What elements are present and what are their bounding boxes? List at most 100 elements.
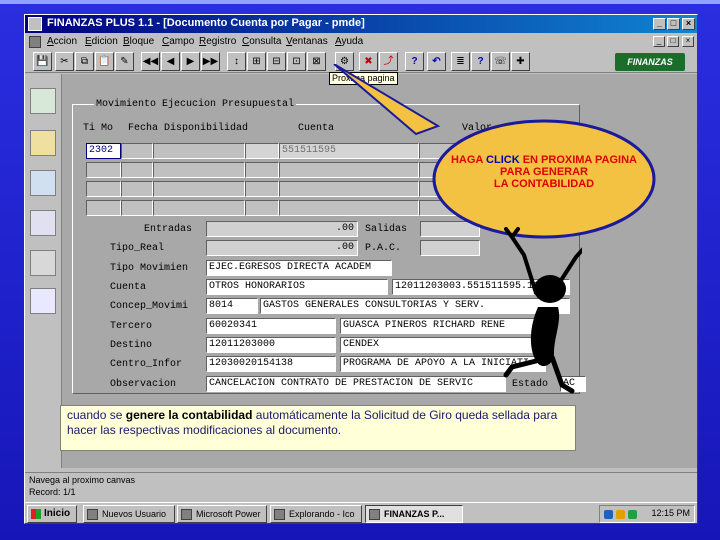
tipo-movimiento-field[interactable]: EJEC.EGRESOS DIRECTA ACADEM [206,260,392,276]
next-record-icon[interactable]: ▶ [181,52,200,71]
menu-ventanas[interactable]: Ventanas [286,36,328,47]
percent-icon[interactable] [30,210,56,236]
row-4-flag[interactable] [121,200,153,216]
pac-field[interactable] [420,240,480,256]
task-app-icon [87,509,98,520]
row-2-flag[interactable] [121,162,153,178]
finanzas-app-icon [369,509,380,520]
cuenta-label: Cuenta [110,282,147,293]
entradas-field[interactable]: .00 [206,221,358,237]
first-record-icon[interactable]: ◀◀ [141,52,160,71]
menu-ayuda[interactable]: Ayuda [335,36,363,47]
instruction-callout: HAGA CLICK EN PROXIMA PAGINA PARA GENERA… [430,117,658,241]
note-prefix: cuando se [67,408,123,422]
row-2-cuenta[interactable] [279,162,419,178]
task-powerpoint[interactable]: Microsoft Power [177,505,267,523]
row-4-cuenta[interactable] [279,200,419,216]
column-header-tmov: Ti Mo [83,123,114,134]
edit-icon[interactable]: ✎ [115,52,134,71]
copy-icon[interactable]: ⧉ [75,52,94,71]
stick-figure-illustration [503,227,582,394]
navigate-arrows-icon[interactable] [30,88,56,114]
row-2-tipo[interactable] [245,162,279,178]
network-icon[interactable] [604,510,613,519]
task-nuevos-usuario[interactable]: Nuevos Usuario [83,505,175,523]
callout-word-next-page: EN PROXIMA PAGINA [522,154,637,166]
start-button[interactable]: Inicio [27,505,77,523]
menu-edicion[interactable]: Edicion [85,36,118,47]
row-1-flag[interactable] [121,143,153,159]
section-title: Movimiento Ejecucion Presupuestal [94,99,297,110]
windows-flag-icon [31,509,41,519]
row-4-fecha[interactable] [153,200,245,216]
centro-info-code-field[interactable]: 12030020154138 [206,356,336,372]
doc-maximize-button[interactable]: □ [667,36,679,47]
menu-bloque[interactable]: Bloque [123,36,154,47]
callout-text: HAGA CLICK EN PROXIMA PAGINA PARA GENERA… [430,154,658,190]
task-finanzas[interactable]: FINANZAS P... [365,505,463,523]
cuenta-field[interactable]: OTROS HONORARIOS [206,279,388,295]
callout-line-3: LA CONTABILIDAD [493,178,595,190]
menu-registro[interactable]: Registro [199,36,236,47]
system-tray: 12:15 PM [599,505,695,523]
menu-campo[interactable]: Campo [162,36,194,47]
row-1-tmov[interactable]: 2302 [86,143,121,159]
row-4-tmov[interactable] [86,200,121,216]
observacion-field[interactable]: CANCELACION CONTRATO DE PRESTACION DE SE… [206,376,506,392]
menu-consulta[interactable]: Consulta [242,36,281,47]
maximize-button[interactable]: □ [667,18,680,30]
tools-icon[interactable] [30,170,56,196]
enter-query-icon[interactable]: ⊡ [287,52,306,71]
row-2-tmov[interactable] [86,162,121,178]
previous-record-icon[interactable]: ◀ [161,52,180,71]
grid-chart-icon[interactable] [30,288,56,314]
doc-minimize-button[interactable]: _ [653,36,665,47]
row-3-fecha[interactable] [153,181,245,197]
row-1-fecha[interactable] [153,143,245,159]
observacion-label: Observacion [110,379,177,390]
delete-record-icon[interactable]: ⊟ [267,52,286,71]
cut-icon[interactable]: ✂ [55,52,74,71]
tipo-movimiento-label: Tipo Movimien [110,263,189,274]
task-explorer[interactable]: Explorando - Ico [270,505,362,523]
row-1-tipo[interactable] [245,143,279,159]
document-icon[interactable] [29,36,41,48]
note-bold: genere la contabilidad [125,408,253,422]
row-3-cuenta[interactable] [279,181,419,197]
add-icon[interactable]: ✚ [511,52,530,71]
taskbar: Inicio Nuevos Usuario Microsoft Power Ex… [25,502,697,523]
destino-code-field[interactable]: 12011203000 [206,337,336,353]
task-label: Microsoft Power [196,509,261,519]
last-record-icon[interactable]: ▶▶ [201,52,220,71]
window-title: FINANZAS PLUS 1.1 - [Documento Cuenta po… [47,17,365,29]
callout-pointer-shape [333,64,441,136]
antivirus-icon[interactable] [628,510,637,519]
status-message: Navega al proximo canvas [29,475,136,485]
row-3-tipo[interactable] [245,181,279,197]
tipo-real-field[interactable]: .00 [206,240,358,256]
menu-accion[interactable]: Accion [47,36,77,47]
phone-icon[interactable]: ☏ [491,52,510,71]
concepto-code-field[interactable]: 8014 [206,298,258,314]
task-label: FINANZAS P... [384,509,445,519]
minimize-button[interactable]: _ [653,18,666,30]
insert-record-icon[interactable]: ⊞ [247,52,266,71]
title-bar: FINANZAS PLUS 1.1 - [Documento Cuenta po… [25,15,697,33]
tercero-code-field[interactable]: 60020341 [206,318,336,334]
row-2-fecha[interactable] [153,162,245,178]
left-sidebar [25,74,61,474]
doc-close-button[interactable]: × [682,36,694,47]
row-3-flag[interactable] [121,181,153,197]
scroll-icon[interactable]: ↕ [227,52,246,71]
windows-icon[interactable] [30,250,56,276]
tipo-real-label: Tipo_Real [110,243,165,254]
app-icon[interactable] [28,17,42,31]
home-icon[interactable] [30,130,56,156]
paste-icon[interactable]: 📋 [95,52,114,71]
concepto-label: Concep_Movimi [110,301,189,312]
close-button[interactable]: × [682,18,695,30]
row-3-tmov[interactable] [86,181,121,197]
save-icon[interactable]: 💾 [33,52,52,71]
row-4-tipo[interactable] [245,200,279,216]
volume-icon[interactable] [616,510,625,519]
